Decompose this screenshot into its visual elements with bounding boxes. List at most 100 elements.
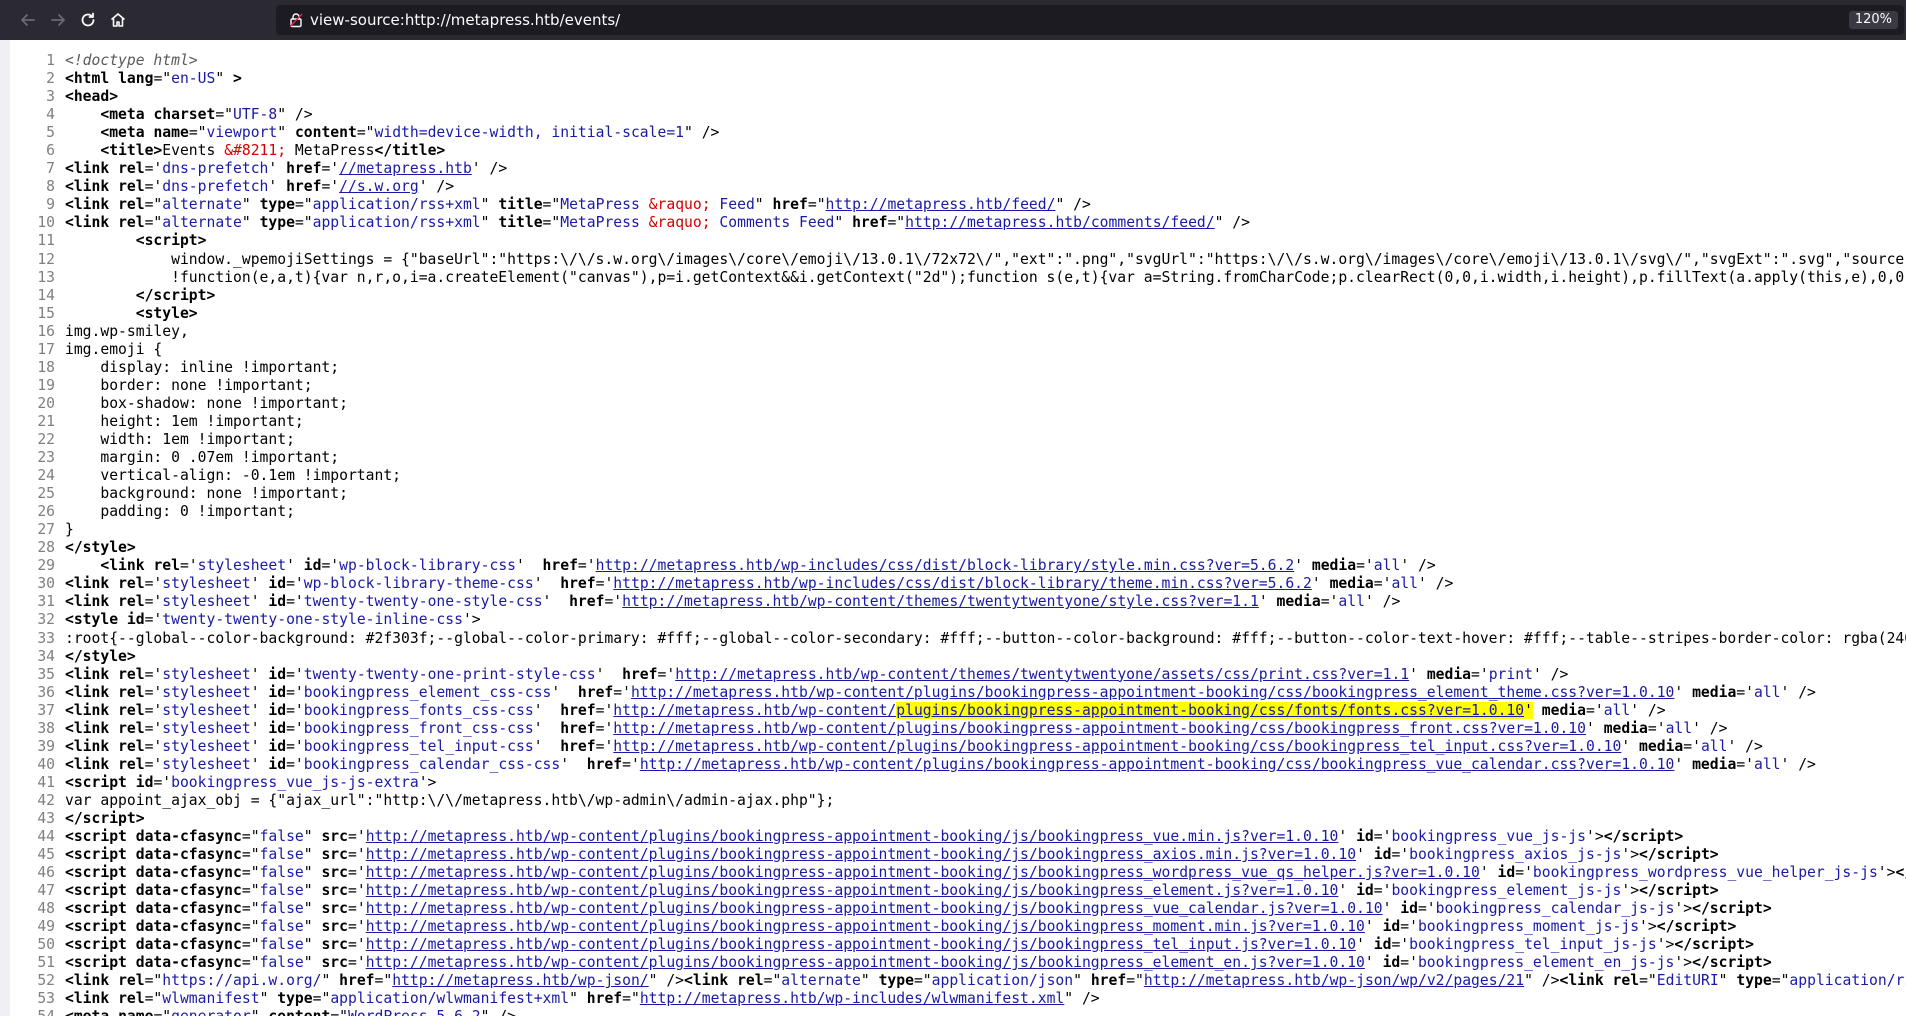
line-number: 43	[37, 809, 55, 827]
source-link[interactable]: http://metapress.htb/wp-content/plugins/…	[366, 936, 1356, 953]
line-number: 47	[37, 882, 55, 900]
source-link[interactable]: http://metapress.htb/wp-content/plugins/…	[640, 756, 1675, 773]
line-content: <script data-cfasync="false" src='http:/…	[65, 882, 1719, 900]
source-line: 3 <head>	[10, 88, 1906, 106]
line-number: 52	[37, 972, 55, 990]
source-link[interactable]: http://metapress.htb/feed/	[826, 196, 1056, 213]
view-source-panel: 1 <!doctype html> 2 <html lang="en-US" > 3 <h…	[0, 40, 1906, 1016]
source-link[interactable]: http://metapress.htb/wp-content/plugins/…	[366, 954, 1365, 971]
line-number: 45	[37, 846, 55, 864]
source-link[interactable]: http://metapress.htb/wp-content/	[613, 702, 896, 719]
source-link[interactable]: http://metapress.htb/wp-includes/css/dis…	[613, 575, 1312, 592]
source-link[interactable]: http://metapress.htb/wp-content/plugins/…	[366, 900, 1383, 917]
forward-button[interactable]	[44, 8, 72, 32]
source-line: 53 <link rel="wlwmanifest" type="applicat…	[10, 990, 1906, 1008]
source-link[interactable]: http://metapress.htb/wp-json/wp/v2/pages…	[1144, 972, 1524, 989]
url-text[interactable]: view-source:http://metapress.htb/events/	[310, 5, 620, 35]
line-content: </style>	[65, 647, 136, 665]
line-number: 25	[37, 485, 55, 503]
line-content: !function(e,a,t){var n,r,o,i=a.createEle…	[65, 268, 1906, 286]
source-line: 44 <script data-cfasync="false" src='http…	[10, 828, 1906, 846]
line-number: 11	[37, 232, 55, 250]
arrow-right-icon	[51, 14, 65, 26]
line-content: <style>	[135, 304, 198, 322]
line-content: vertical-align: -0.1em !important;	[65, 467, 402, 485]
line-content: <link rel='stylesheet' id='bookingpress_…	[65, 755, 1816, 773]
line-number: 20	[37, 394, 55, 412]
source-link[interactable]: http://metapress.htb/wp-json/	[392, 972, 648, 989]
source-line: 4 <meta charset="UTF-8" />	[10, 106, 1906, 124]
source-line: 6 <title>Events &#8211; MetaPress</title…	[10, 142, 1906, 160]
source-link[interactable]: http://metapress.htb/wp-content/plugins/…	[366, 864, 1480, 881]
source-line: 27}	[10, 521, 1906, 539]
source-link[interactable]: http://metapress.htb/wp-content/themes/t…	[622, 593, 1259, 610]
line-content: <script id='bookingpress_vue_js-js-extra…	[65, 773, 437, 791]
source-link[interactable]: http://metapress.htb/wp-includes/wlwmani…	[640, 990, 1064, 1007]
source-link[interactable]: http://metapress.htb/wp-content/plugins/…	[613, 738, 1621, 755]
source-link[interactable]: http://metapress.htb/wp-content/plugins/…	[366, 846, 1356, 863]
source-line: 26 padding: 0 !important;	[10, 503, 1906, 521]
source-line: 48 <script data-cfasync="false" src='http…	[10, 900, 1906, 918]
line-number: 15	[37, 304, 55, 322]
source-link[interactable]: http://metapress.htb/wp-content/plugins/…	[631, 684, 1674, 701]
line-content: <script data-cfasync="false" src='http:/…	[65, 900, 1772, 918]
source-line: 25 background: none !important;	[10, 485, 1906, 503]
line-number: 32	[37, 611, 55, 629]
source-line: 12 window._wpemojiSettings = {"baseUrl":…	[10, 251, 1906, 269]
line-content: <meta charset="UTF-8" />	[100, 106, 313, 124]
line-content: height: 1em !important;	[65, 412, 304, 430]
line-number: 21	[37, 412, 55, 430]
line-number: 54	[10, 1008, 65, 1016]
source-link[interactable]: //s.w.org	[339, 178, 419, 195]
line-content: <link rel='stylesheet' id='bookingpress_…	[65, 701, 1666, 719]
source-link[interactable]: plugins/bookingpress-appointment-booking…	[896, 701, 1525, 719]
line-number: 5	[46, 124, 55, 142]
source-line: 7 <link rel='dns-prefetch' href='//metapr…	[10, 160, 1906, 178]
source-link[interactable]: //metapress.htb	[339, 160, 472, 177]
source-link[interactable]: http://metapress.htb/comments/feed/	[905, 214, 1215, 231]
source-line: 38 <link rel='stylesheet' id='bookingpres…	[10, 720, 1906, 738]
source-line: 16 img.wp-smiley,	[10, 323, 1906, 341]
source-line: 5 <meta name="viewport" content="width=d…	[10, 124, 1906, 142]
line-content: :root{--global--color-background: #2f303…	[65, 629, 1906, 647]
line-content: box-shadow: none !important;	[65, 394, 348, 412]
line-content: </script>	[65, 809, 145, 827]
line-content: display: inline !important;	[65, 358, 340, 376]
source-line: 36 <link rel='stylesheet' id='bookingpres…	[10, 684, 1906, 702]
line-content: <link rel="alternate" type="application/…	[65, 196, 1091, 214]
source-line: 39 <link rel='stylesheet' id='bookingpres…	[10, 738, 1906, 756]
source-line: 22 width: 1em !important;	[10, 431, 1906, 449]
line-content: <script data-cfasync="false" src='http:/…	[65, 936, 1754, 954]
line-number: 18	[37, 358, 55, 376]
source-link[interactable]: http://metapress.htb/wp-content/plugins/…	[366, 882, 1339, 899]
line-number: 28	[37, 539, 55, 557]
url-bar[interactable]: view-source:http://metapress.htb/events/…	[276, 5, 1904, 35]
source-link[interactable]: http://metapress.htb/wp-content/plugins/…	[366, 828, 1339, 845]
source-line: 47 <script data-cfasync="false" src='http…	[10, 882, 1906, 900]
source-link[interactable]: http://metapress.htb/wp-content/themes/t…	[675, 666, 1409, 683]
line-content: <script data-cfasync="false" src='http:/…	[65, 864, 1906, 882]
line-content: width: 1em !important;	[65, 430, 295, 448]
line-number: 31	[37, 593, 55, 611]
source-link[interactable]: http://metapress.htb/wp-content/plugins/…	[613, 720, 1586, 737]
line-number: 50	[37, 936, 55, 954]
back-button[interactable]	[14, 8, 42, 32]
source-line: 41 <script id='bookingpress_vue_js-js-ext…	[10, 774, 1906, 792]
zoom-level-badge[interactable]: 120%	[1848, 11, 1898, 29]
source-line: 30 <link rel='stylesheet' id='wp-block-li…	[10, 575, 1906, 593]
source-link[interactable]: http://metapress.htb/wp-content/plugins/…	[366, 918, 1365, 935]
home-button[interactable]	[104, 8, 132, 32]
line-number: 34	[37, 647, 55, 665]
source-code: 1 <!doctype html> 2 <html lang="en-US" > 3 <h…	[10, 52, 1906, 1016]
source-line: 10 <link rel="alternate" type="applicatio…	[10, 214, 1906, 232]
line-number: 41	[37, 773, 55, 791]
line-content: <link rel='dns-prefetch' href='//s.w.org…	[65, 178, 455, 196]
source-link[interactable]: http://metapress.htb/wp-includes/css/dis…	[596, 557, 1295, 574]
line-content: </script>	[135, 286, 216, 304]
line-number: 17	[37, 340, 55, 358]
line-content: <link rel='dns-prefetch' href='//metapre…	[65, 160, 508, 178]
line-number: 6	[46, 142, 55, 160]
source-line: 28 </style>	[10, 539, 1906, 557]
line-content: }	[65, 521, 74, 539]
reload-button[interactable]	[74, 8, 102, 32]
